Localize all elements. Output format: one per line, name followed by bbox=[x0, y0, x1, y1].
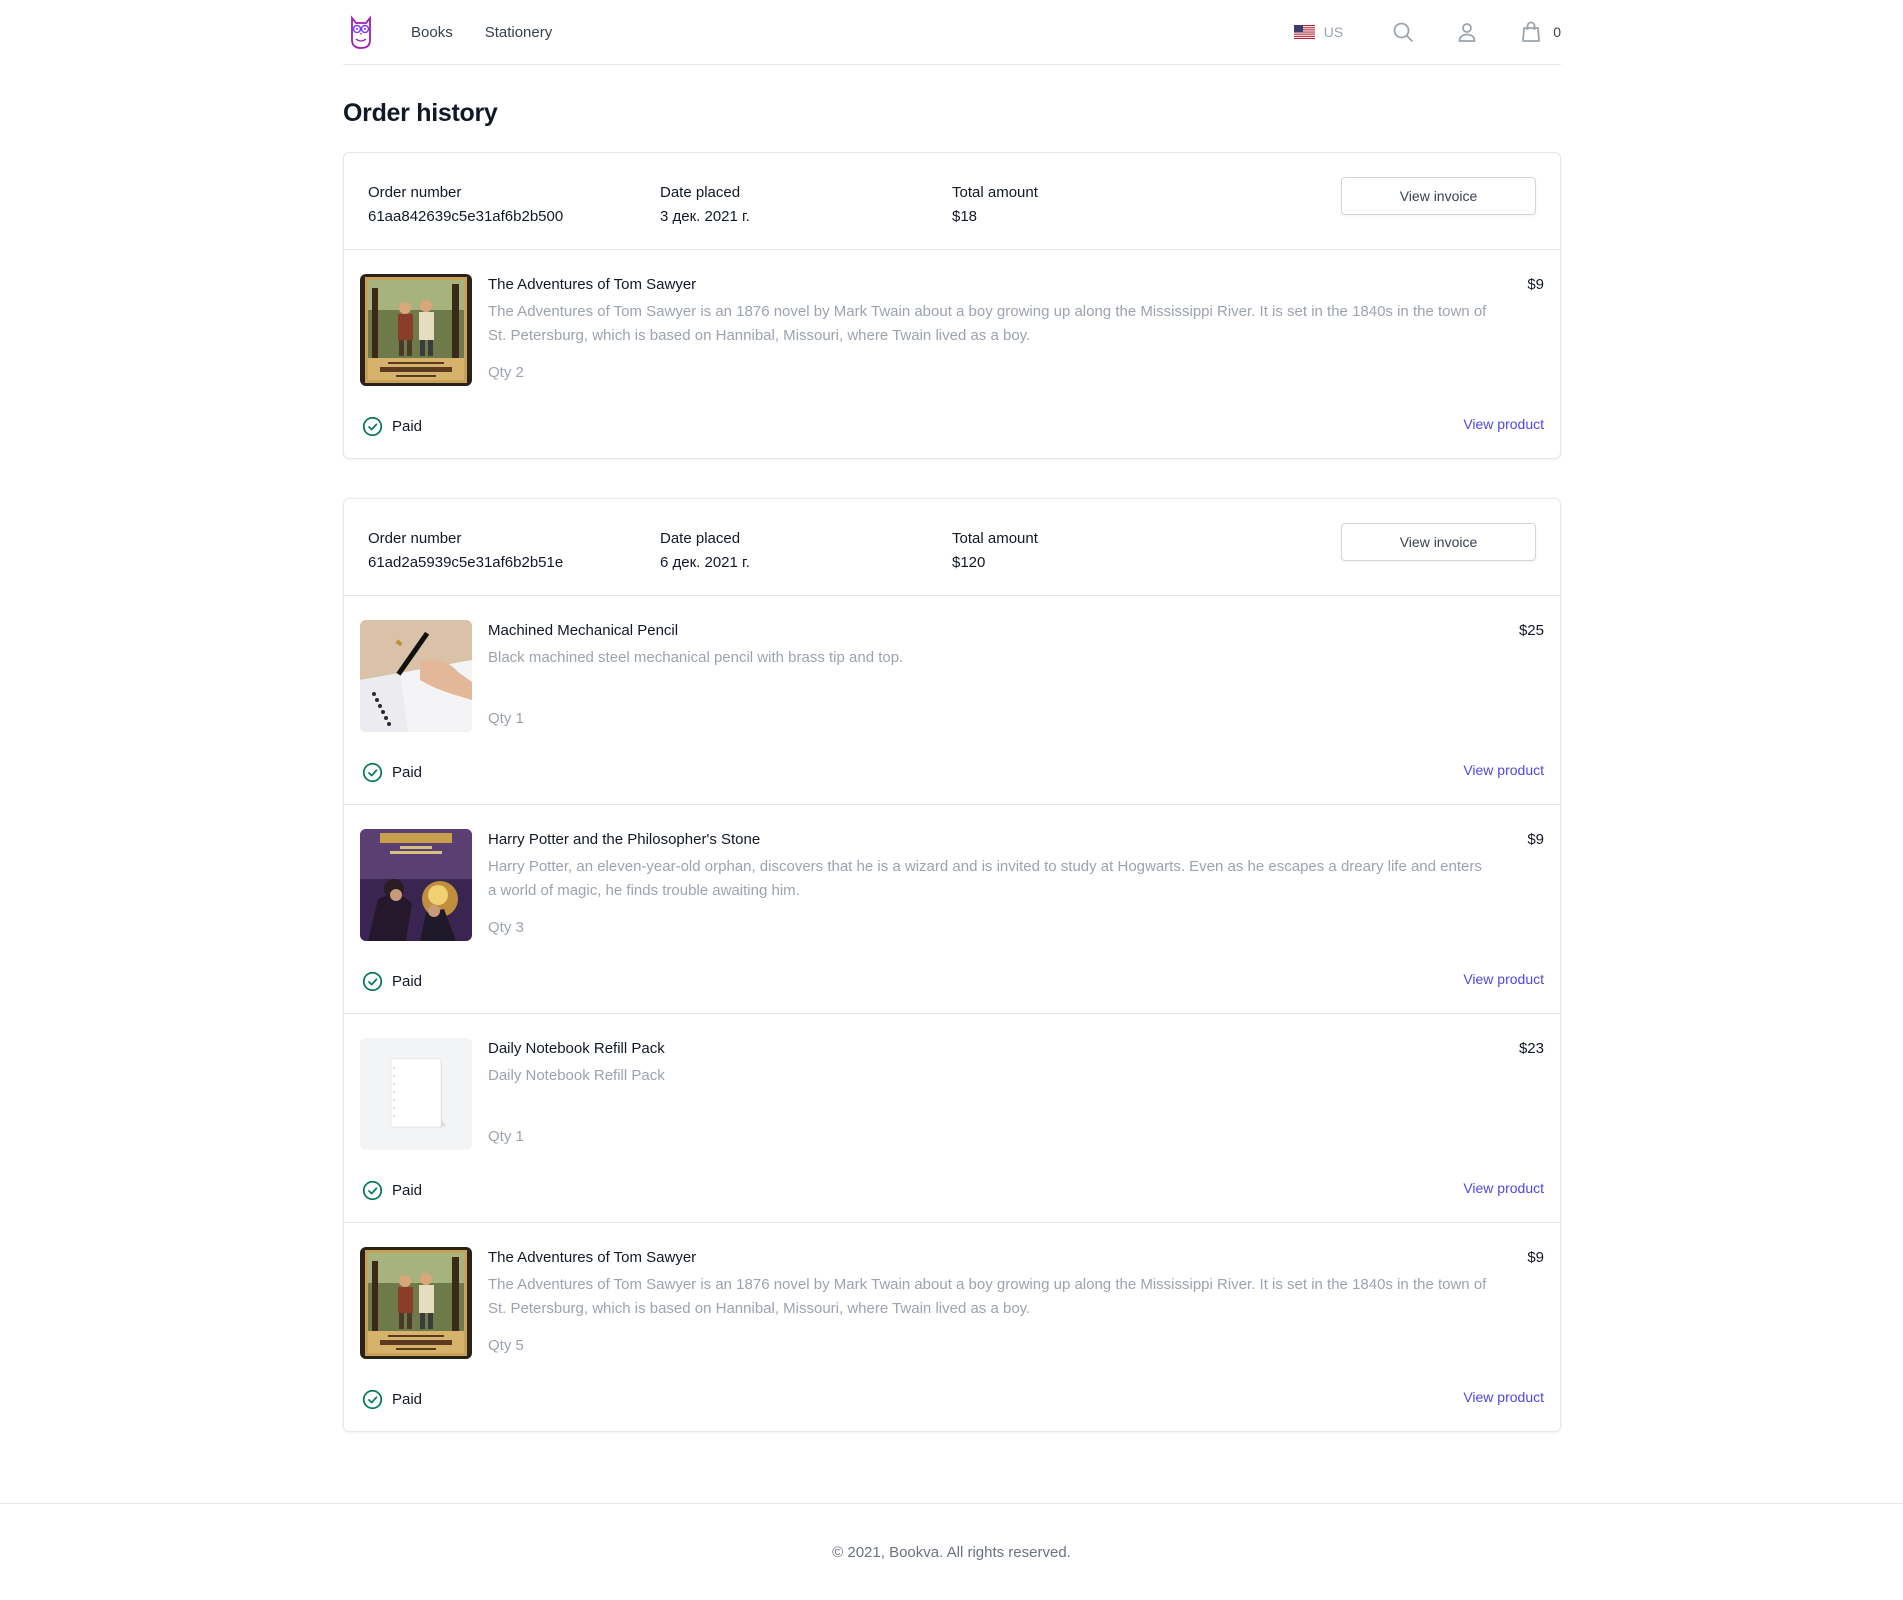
site-header: Books Stationery US 0 bbox=[343, 0, 1561, 65]
product-description: Harry Potter, an eleven-year-old orphan,… bbox=[488, 858, 1482, 899]
product-description: The Adventures of Tom Sawyer is an 1876 … bbox=[488, 1276, 1487, 1317]
date-placed-value: 6 дек. 2021 г. bbox=[660, 554, 750, 571]
view-product-link[interactable]: View product bbox=[1463, 762, 1544, 778]
view-product-link[interactable]: View product bbox=[1463, 416, 1544, 432]
product-quantity: Qty 5 bbox=[488, 1337, 524, 1354]
order-number-value: 61ad2a5939c5e31af6b2b51e bbox=[368, 554, 564, 571]
product-quantity: Qty 2 bbox=[488, 364, 524, 381]
us-flag-icon bbox=[1293, 25, 1315, 39]
search-icon[interactable] bbox=[1391, 20, 1415, 44]
order-item: Machined Mechanical Pencil $25 Black mac… bbox=[344, 596, 1560, 805]
locale-selector[interactable]: US bbox=[1293, 24, 1344, 40]
nav-stationery[interactable]: Stationery bbox=[485, 24, 553, 41]
product-name: The Adventures of Tom Sawyer bbox=[488, 276, 697, 293]
date-placed-label: Date placed bbox=[660, 184, 741, 201]
cart-count: 0 bbox=[1553, 24, 1561, 40]
shopping-bag-icon bbox=[1522, 21, 1541, 42]
total-amount-value: $18 bbox=[952, 208, 978, 225]
total-amount-label: Total amount bbox=[952, 184, 1038, 201]
payment-status: Paid bbox=[362, 762, 422, 783]
check-circle-icon bbox=[362, 1389, 383, 1410]
order-item: The Adventures of Tom Sawyer $9 The Adve… bbox=[344, 250, 1560, 458]
payment-status-label: Paid bbox=[392, 973, 423, 990]
product-description: The Adventures of Tom Sawyer is an 1876 … bbox=[488, 303, 1487, 344]
view-product-link[interactable]: View product bbox=[1463, 1180, 1544, 1196]
order-item: Daily Notebook Refill Pack $23 Daily Not… bbox=[344, 1014, 1560, 1223]
order-card: Order number 61aa842639c5e31af6b2b500 Da… bbox=[343, 152, 1561, 459]
order-summary: Order number 61ad2a5939c5e31af6b2b51e Da… bbox=[344, 499, 1560, 596]
product-name: The Adventures of Tom Sawyer bbox=[488, 1249, 697, 1266]
product-thumbnail[interactable] bbox=[360, 1247, 472, 1359]
site-footer: © 2021, Bookva. All rights reserved. bbox=[0, 1503, 1903, 1561]
check-circle-icon bbox=[362, 971, 383, 992]
order-item: The Adventures of Tom Sawyer $9 The Adve… bbox=[344, 1223, 1560, 1431]
product-price: $9 bbox=[1527, 831, 1544, 848]
payment-status-label: Paid bbox=[392, 1182, 423, 1199]
cart-button[interactable]: 0 bbox=[1519, 20, 1561, 44]
check-circle-icon bbox=[362, 416, 383, 437]
product-thumbnail[interactable] bbox=[360, 620, 472, 732]
order-summary: Order number 61aa842639c5e31af6b2b500 Da… bbox=[344, 153, 1560, 250]
product-thumbnail[interactable] bbox=[360, 1038, 472, 1150]
payment-status: Paid bbox=[362, 1180, 422, 1201]
product-price: $9 bbox=[1527, 276, 1544, 293]
order-card: Order number 61ad2a5939c5e31af6b2b51e Da… bbox=[343, 498, 1561, 1432]
product-quantity: Qty 3 bbox=[488, 919, 524, 936]
total-amount-label: Total amount bbox=[952, 530, 1038, 547]
check-circle-icon bbox=[362, 762, 383, 783]
product-quantity: Qty 1 bbox=[488, 710, 524, 727]
order-item: Harry Potter and the Philosopher's Stone… bbox=[344, 805, 1560, 1014]
main-nav: Books Stationery bbox=[411, 24, 552, 41]
product-thumbnail[interactable] bbox=[360, 829, 472, 941]
payment-status: Paid bbox=[362, 1389, 422, 1410]
product-thumbnail[interactable] bbox=[360, 274, 472, 386]
owl-logo[interactable] bbox=[346, 12, 376, 52]
payment-status-label: Paid bbox=[392, 1391, 423, 1408]
view-invoice-button[interactable]: View invoice bbox=[1341, 523, 1536, 561]
total-amount-value: $120 bbox=[952, 554, 986, 571]
check-circle-icon bbox=[362, 1180, 383, 1201]
payment-status-label: Paid bbox=[392, 764, 423, 781]
product-price: $25 bbox=[1518, 622, 1544, 639]
product-name: Machined Mechanical Pencil bbox=[488, 622, 679, 639]
product-name: Harry Potter and the Philosopher's Stone bbox=[488, 831, 761, 848]
locale-label: US bbox=[1323, 24, 1344, 40]
product-description: Black machined steel mechanical pencil w… bbox=[488, 649, 904, 666]
payment-status-label: Paid bbox=[392, 418, 423, 435]
nav-books[interactable]: Books bbox=[411, 24, 453, 41]
product-price: $9 bbox=[1527, 1249, 1544, 1266]
order-number-label: Order number bbox=[368, 184, 462, 201]
payment-status: Paid bbox=[362, 416, 422, 437]
view-product-link[interactable]: View product bbox=[1463, 971, 1544, 987]
product-price: $23 bbox=[1518, 1040, 1544, 1057]
view-product-link[interactable]: View product bbox=[1463, 1389, 1544, 1405]
payment-status: Paid bbox=[362, 971, 422, 992]
view-invoice-button[interactable]: View invoice bbox=[1341, 177, 1536, 215]
date-placed-value: 3 дек. 2021 г. bbox=[660, 208, 750, 225]
order-number-value: 61aa842639c5e31af6b2b500 bbox=[368, 208, 564, 225]
page-title: Order history bbox=[343, 99, 498, 127]
user-icon[interactable] bbox=[1455, 20, 1479, 44]
product-quantity: Qty 1 bbox=[488, 1128, 524, 1145]
product-description: Daily Notebook Refill Pack bbox=[488, 1067, 665, 1084]
date-placed-label: Date placed bbox=[660, 530, 741, 547]
product-name: Daily Notebook Refill Pack bbox=[488, 1040, 665, 1057]
order-number-label: Order number bbox=[368, 530, 462, 547]
copyright-text: © 2021, Bookva. All rights reserved. bbox=[832, 1544, 1071, 1561]
